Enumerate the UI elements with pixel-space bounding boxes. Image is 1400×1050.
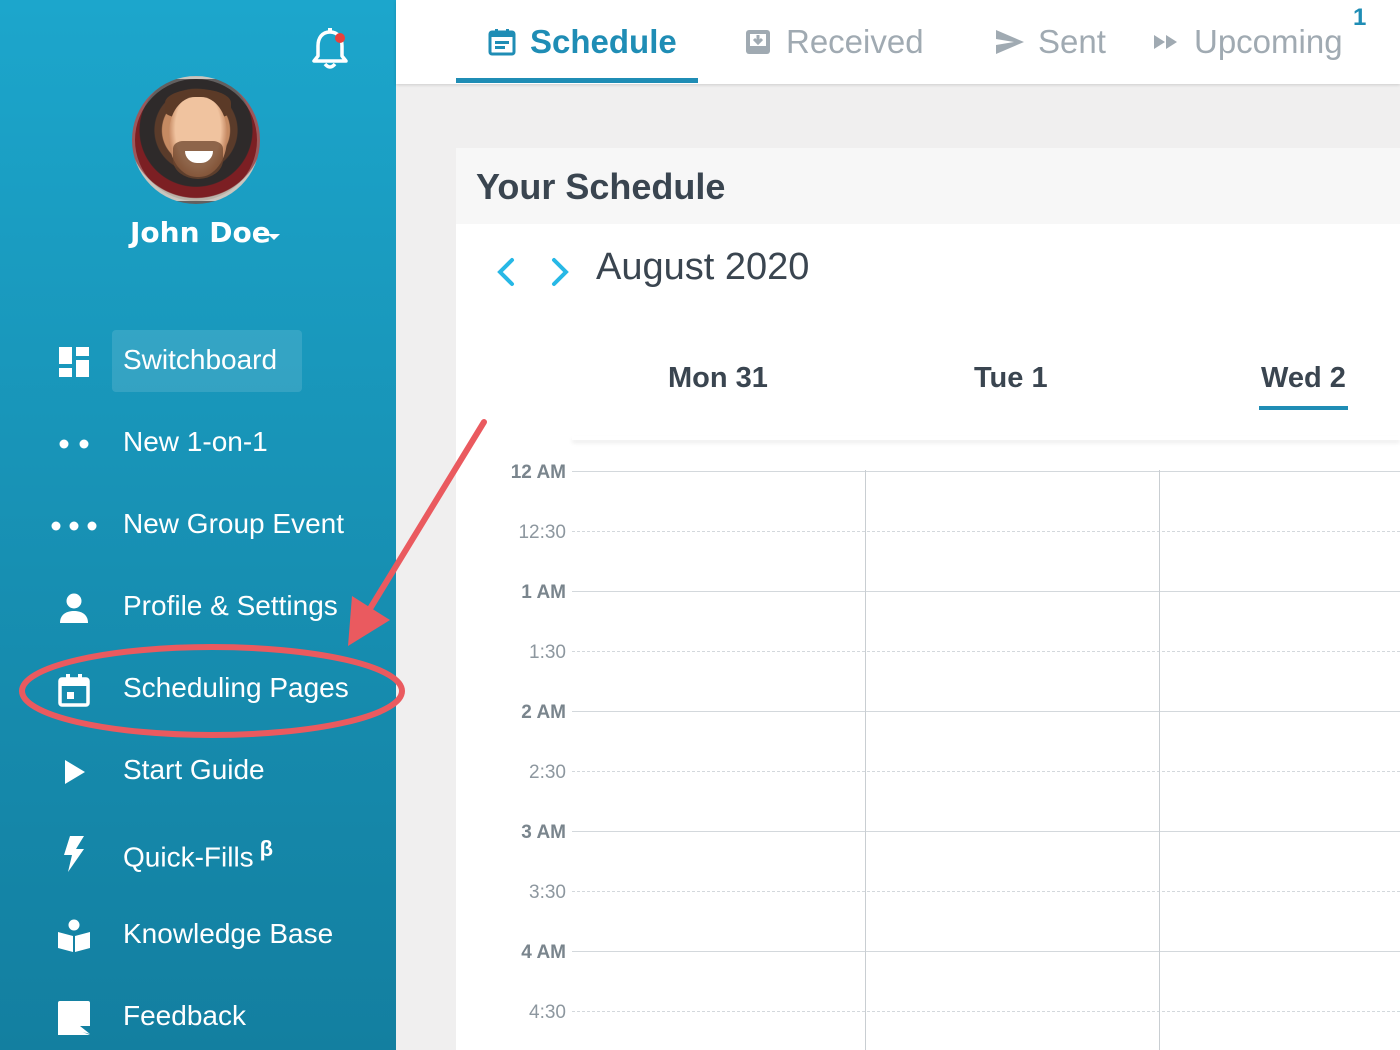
hour-gridline bbox=[572, 471, 1400, 472]
three-dots-icon bbox=[48, 504, 100, 548]
sidebar-item-label: Start Guide bbox=[123, 754, 265, 785]
chevron-down-icon[interactable] bbox=[268, 234, 280, 240]
next-month-button[interactable] bbox=[544, 252, 574, 292]
schedule-header: Your Schedule bbox=[456, 148, 1400, 224]
time-label: 1 AM bbox=[521, 582, 566, 603]
hour-gridline bbox=[572, 711, 1400, 712]
sidebar-item-label: Scheduling Pages bbox=[123, 672, 349, 703]
time-label: 12:30 bbox=[518, 522, 566, 543]
tab-upcoming[interactable]: Upcoming bbox=[1150, 20, 1343, 64]
half-hour-gridline bbox=[572, 651, 1400, 652]
active-tab-indicator bbox=[456, 78, 698, 83]
hour-gridline bbox=[572, 951, 1400, 952]
hour-gridline bbox=[572, 831, 1400, 832]
calendar-icon bbox=[486, 26, 518, 58]
tab-label: Received bbox=[786, 23, 924, 60]
sidebar-item-start-guide[interactable]: Start Guide bbox=[0, 742, 396, 802]
time-label: 2:30 bbox=[529, 762, 566, 783]
chat-icon bbox=[52, 996, 96, 1040]
time-label: 12 AM bbox=[510, 462, 566, 483]
sidebar-item-label: New Group Event bbox=[123, 508, 344, 539]
sidebar-item-label: Profile & Settings bbox=[123, 590, 338, 621]
upcoming-count-badge: 1 bbox=[1353, 4, 1367, 31]
time-label: 4:30 bbox=[529, 1002, 566, 1023]
dashboard-icon bbox=[52, 340, 96, 384]
tab-label: Sent bbox=[1038, 23, 1106, 60]
fast-forward-icon bbox=[1150, 26, 1182, 58]
tab-sent[interactable]: Sent bbox=[994, 20, 1106, 64]
sidebar-item-label: Switchboard bbox=[123, 344, 278, 375]
previous-month-button[interactable] bbox=[492, 252, 522, 292]
tab-label: Schedule bbox=[530, 23, 677, 60]
half-hour-gridline bbox=[572, 1011, 1400, 1012]
sidebar-item-label: Quick-Fills β bbox=[123, 836, 274, 873]
user-name[interactable]: John Doe bbox=[130, 216, 271, 249]
sidebar: John Doe Switchboard New 1-on-1 New Grou… bbox=[0, 0, 396, 1050]
page-title: Your Schedule bbox=[476, 166, 726, 207]
day-header-tue[interactable]: Tue 1 bbox=[974, 362, 1048, 395]
calendar-icon bbox=[52, 668, 96, 712]
sidebar-item-switchboard[interactable]: Switchboard bbox=[0, 330, 396, 392]
tab-schedule[interactable]: Schedule bbox=[486, 20, 677, 64]
sidebar-item-knowledge-base[interactable]: Knowledge Base bbox=[0, 906, 396, 966]
tab-received[interactable]: Received bbox=[742, 20, 924, 64]
half-hour-gridline bbox=[572, 531, 1400, 532]
sidebar-item-new-1-on-1[interactable]: New 1-on-1 bbox=[0, 414, 396, 474]
time-label: 2 AM bbox=[521, 702, 566, 723]
time-label: 4 AM bbox=[521, 942, 566, 963]
two-dots-icon bbox=[52, 422, 96, 466]
tab-label: Upcoming bbox=[1194, 23, 1343, 60]
book-icon bbox=[52, 914, 96, 958]
day-header-mon[interactable]: Mon 31 bbox=[668, 362, 768, 395]
notification-bell-icon[interactable] bbox=[312, 28, 348, 70]
month-label: August 2020 bbox=[596, 246, 810, 288]
time-label: 1:30 bbox=[529, 642, 566, 663]
avatar[interactable] bbox=[132, 76, 260, 204]
sidebar-item-label: Knowledge Base bbox=[123, 918, 334, 949]
day-header-divider bbox=[572, 436, 1400, 440]
send-icon bbox=[994, 26, 1026, 58]
inbox-icon bbox=[742, 26, 774, 58]
hour-gridline bbox=[572, 591, 1400, 592]
beta-superscript: β bbox=[259, 836, 274, 861]
schedule-panel: Your Schedule August 2020 Mon 31 Tue 1 W… bbox=[456, 148, 1400, 1050]
time-label: 3:30 bbox=[529, 882, 566, 903]
day-column-divider bbox=[865, 470, 866, 1050]
sidebar-item-scheduling-pages[interactable]: Scheduling Pages bbox=[0, 660, 396, 720]
day-column-divider bbox=[1159, 470, 1160, 1050]
sidebar-item-profile-settings[interactable]: Profile & Settings bbox=[0, 578, 396, 638]
sidebar-item-new-group-event[interactable]: New Group Event bbox=[0, 496, 396, 556]
day-header-wed[interactable]: Wed 2 bbox=[1259, 362, 1348, 410]
sidebar-item-quick-fills[interactable]: Quick-Fills β bbox=[0, 824, 396, 884]
half-hour-gridline bbox=[572, 771, 1400, 772]
lightning-icon bbox=[52, 832, 96, 876]
half-hour-gridline bbox=[572, 891, 1400, 892]
time-label: 3 AM bbox=[521, 822, 566, 843]
person-icon bbox=[52, 586, 96, 630]
sidebar-item-feedback[interactable]: Feedback bbox=[0, 988, 396, 1048]
sidebar-item-label: Feedback bbox=[123, 1000, 246, 1031]
sidebar-item-label: New 1-on-1 bbox=[123, 426, 268, 457]
play-icon bbox=[52, 750, 96, 794]
